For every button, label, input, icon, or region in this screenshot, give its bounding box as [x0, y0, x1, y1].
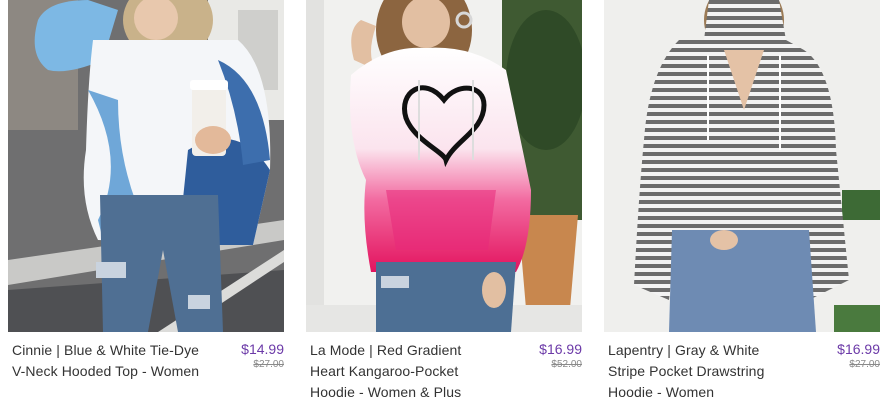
product-info: La Mode | Red Gradient Heart Kangaroo-Po… [306, 336, 582, 402]
product-title[interactable]: Cinnie | Blue & White Tie-Dye V-Neck Hoo… [12, 340, 202, 382]
product-card[interactable]: Lapentry | Gray & White Stripe Pocket Dr… [604, 0, 880, 404]
price-block: $14.99 $27.00 [241, 340, 284, 372]
sale-price: $14.99 [241, 341, 284, 357]
sale-price: $16.99 [539, 341, 582, 357]
product-image[interactable] [604, 0, 880, 332]
original-price: $52.00 [551, 359, 582, 370]
price-block: $16.99 $52.00 [539, 340, 582, 372]
original-price: $27.00 [849, 359, 880, 370]
product-image[interactable] [8, 0, 284, 332]
product-card[interactable]: Cinnie | Blue & White Tie-Dye V-Neck Hoo… [8, 0, 284, 404]
product-title[interactable]: La Mode | Red Gradient Heart Kangaroo-Po… [310, 340, 500, 403]
product-info: Lapentry | Gray & White Stripe Pocket Dr… [604, 336, 880, 402]
product-info: Cinnie | Blue & White Tie-Dye V-Neck Hoo… [8, 336, 284, 402]
sale-price: $16.99 [837, 341, 880, 357]
product-image[interactable] [306, 0, 582, 332]
product-grid: Cinnie | Blue & White Tie-Dye V-Neck Hoo… [8, 0, 880, 404]
product-card[interactable]: La Mode | Red Gradient Heart Kangaroo-Po… [306, 0, 582, 404]
price-block: $16.99 $27.00 [837, 340, 880, 372]
original-price: $27.00 [253, 359, 284, 370]
product-title[interactable]: Lapentry | Gray & White Stripe Pocket Dr… [608, 340, 798, 403]
